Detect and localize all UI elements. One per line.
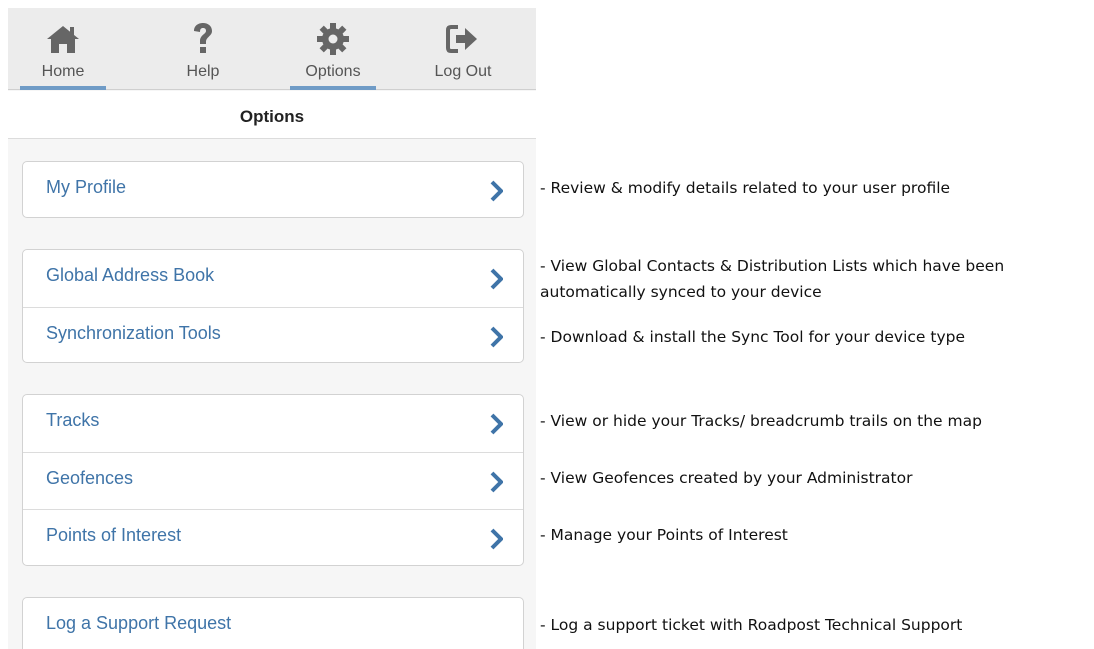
menu-item-synchronization-tools[interactable]: Synchronization Tools <box>23 307 523 364</box>
tab-log-out[interactable]: Log Out <box>418 8 508 90</box>
map-group: Tracks Geofences Points of Interest <box>22 394 524 566</box>
description-global-address-book-line2: automatically synced to your device <box>540 283 822 301</box>
page-title: Options <box>239 107 305 126</box>
gear-icon <box>288 22 378 56</box>
tab-options-label: Options <box>305 63 361 80</box>
menu-item-label: Synchronization Tools <box>46 323 221 343</box>
description-support-request: - Log a support ticket with Roadpost Tec… <box>540 616 963 634</box>
description-tracks: - View or hide your Tracks/ breadcrumb t… <box>540 412 982 430</box>
sign-out-icon <box>418 22 508 56</box>
menu-item-my-profile[interactable]: My Profile <box>23 162 523 219</box>
description-points-of-interest: - Manage your Points of Interest <box>540 526 788 544</box>
chevron-right-icon <box>490 471 503 493</box>
options-panel: Home Help Options Log Out Options My Pro… <box>8 8 536 649</box>
description-my-profile: - Review & modify details related to you… <box>540 179 951 197</box>
support-group: Log a Support Request <box>22 597 524 649</box>
tab-home-underline <box>20 86 106 90</box>
menu-item-label: Tracks <box>46 410 100 430</box>
description-global-address-book-line1: - View Global Contacts & Distribution Li… <box>540 257 1005 275</box>
tab-options-underline <box>290 86 376 90</box>
menu-item-label: Global Address Book <box>46 265 215 285</box>
profile-group: My Profile <box>22 161 524 218</box>
tab-options[interactable]: Options <box>288 8 378 90</box>
chevron-right-icon <box>490 268 503 290</box>
menu-item-label: My Profile <box>46 177 127 197</box>
menu-item-tracks[interactable]: Tracks <box>23 395 523 452</box>
home-icon <box>18 22 108 56</box>
chevron-right-icon <box>490 326 503 348</box>
menu-item-points-of-interest[interactable]: Points of Interest <box>23 509 523 566</box>
menu-item-geofences[interactable]: Geofences <box>23 452 523 509</box>
tab-log-out-label: Log Out <box>434 63 492 80</box>
description-sync-tools: - Download & install the Sync Tool for y… <box>540 328 965 346</box>
page-header: Options <box>8 91 536 139</box>
menu-item-label: Log a Support Request <box>46 613 232 633</box>
menu-item-global-address-book[interactable]: Global Address Book <box>23 250 523 307</box>
menu-item-label: Geofences <box>46 468 134 488</box>
menu-item-log-support-request[interactable]: Log a Support Request <box>23 598 523 649</box>
tab-help[interactable]: Help <box>158 8 248 90</box>
tab-help-label: Help <box>186 63 220 80</box>
tab-home[interactable]: Home <box>18 8 108 90</box>
chevron-right-icon <box>490 528 503 550</box>
tab-bar: Home Help Options Log Out <box>8 8 536 90</box>
question-icon <box>158 22 248 56</box>
chevron-right-icon <box>490 413 503 435</box>
description-geofences: - View Geofences created by your Adminis… <box>540 469 913 487</box>
tab-home-label: Home <box>41 63 85 80</box>
menu-item-label: Points of Interest <box>46 525 182 545</box>
chevron-right-icon <box>490 180 503 202</box>
contacts-group: Global Address Book Synchronization Tool… <box>22 249 524 363</box>
